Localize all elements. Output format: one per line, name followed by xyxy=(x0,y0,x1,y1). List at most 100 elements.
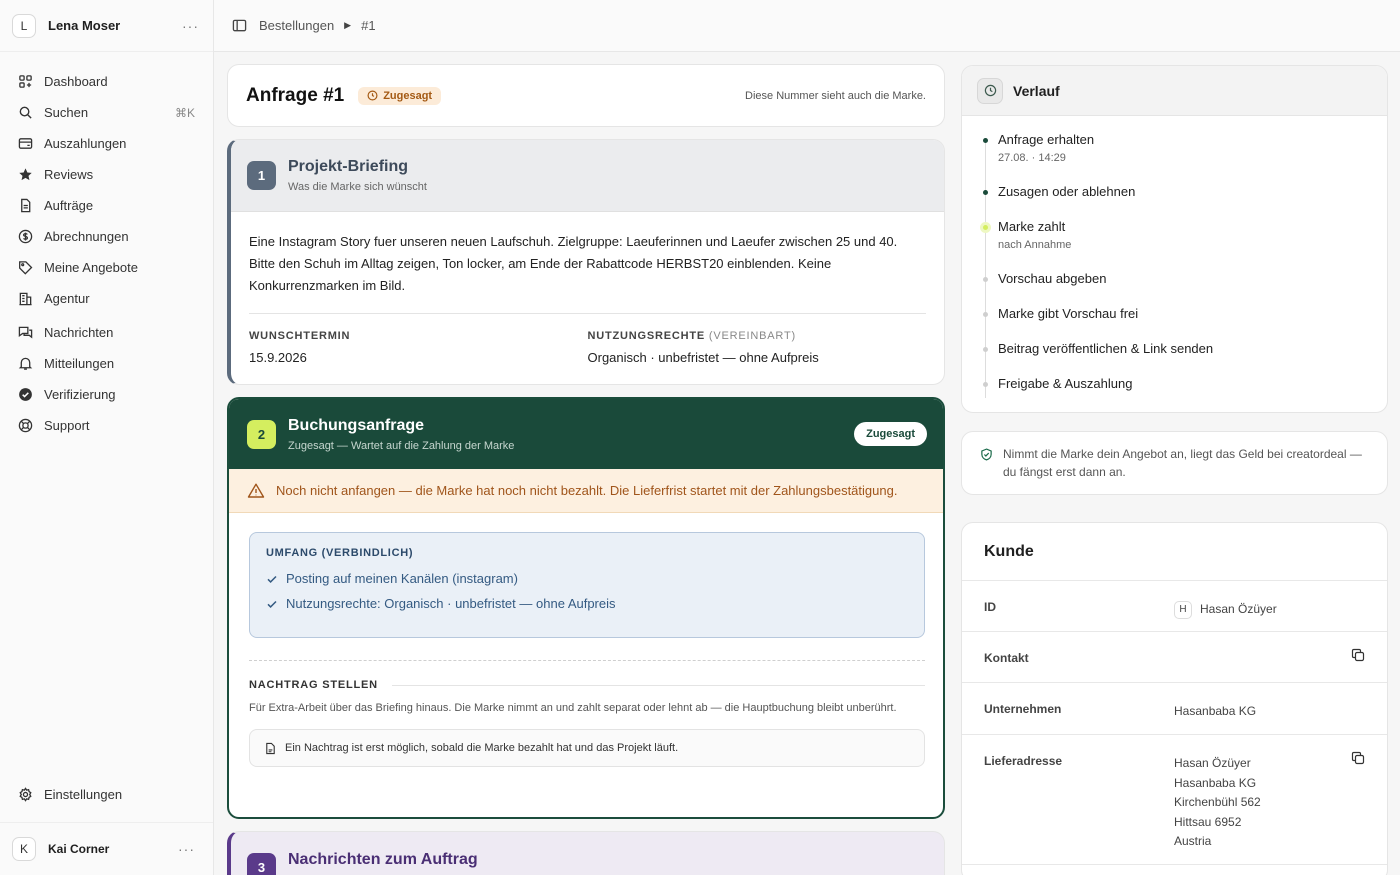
more-icon[interactable]: ··· xyxy=(178,841,195,857)
briefing-card: 1 Projekt-Briefing Was die Marke sich wü… xyxy=(227,139,945,385)
sidebar-item-offers[interactable]: Meine Angebote xyxy=(0,252,213,283)
warning-icon xyxy=(247,483,265,498)
breadcrumb-orders[interactable]: Bestellungen xyxy=(259,18,334,33)
step-label: Anfrage erhalten xyxy=(998,132,1095,147)
sidebar-item-payouts[interactable]: Auszahlungen xyxy=(0,128,213,159)
sidebar-item-label: Support xyxy=(44,418,90,433)
sidebar-toggle-icon[interactable] xyxy=(232,18,247,33)
more-icon[interactable]: ··· xyxy=(182,18,199,34)
rights-tag: (VEREINBART) xyxy=(708,330,796,342)
address-line: Hasanbaba KG xyxy=(1174,775,1257,790)
addendum-note-text: Ein Nachtrag ist erst möglich, sobald di… xyxy=(285,742,679,754)
file-icon xyxy=(266,742,275,754)
sidebar-item-label: Agentur xyxy=(44,291,90,306)
scope-item: Posting auf meinen Kanälen (instagram) xyxy=(266,571,908,586)
sidebar-item-dashboard[interactable]: Dashboard xyxy=(0,66,213,97)
avatar: K xyxy=(12,836,36,861)
booking-title: Buchungsanfrage xyxy=(288,416,425,434)
timeline-step: Zusagen oder ablehnen xyxy=(983,184,1387,219)
sidebar-settings: Einstellungen xyxy=(0,779,213,810)
address-line: Kirchenbühl 562 xyxy=(1174,795,1261,809)
payment-warning: Noch nicht anfangen — die Marke hat noch… xyxy=(229,469,943,513)
copy-icon[interactable] xyxy=(1351,751,1365,765)
scope-box: UMFANG (VERBINDLICH) Posting auf meinen … xyxy=(249,532,925,638)
timeline-step: Beitrag veröffentlichen & Link senden xyxy=(983,341,1387,376)
avatar: H xyxy=(1174,600,1192,619)
status-badge-label: Zugesagt xyxy=(383,89,433,102)
header-note: Diese Nummer sieht auch die Marke. xyxy=(745,89,926,102)
step-dot xyxy=(983,190,988,195)
step-dot xyxy=(983,312,988,317)
row-value: H Hasan Özüyer xyxy=(1174,581,1277,631)
lifebuoy-icon xyxy=(18,418,33,433)
step-dot-current xyxy=(983,225,988,230)
step-number: 1 xyxy=(247,161,276,190)
scope-title: UMFANG (VERBINDLICH) xyxy=(266,547,414,559)
sidebar-item-notifications[interactable]: Mitteilungen xyxy=(0,348,213,379)
briefing-meta: WUNSCHTERMIN 15.9.2026 NUTZUNGSRECHTE (V… xyxy=(231,314,944,365)
sidebar-item-label: Auszahlungen xyxy=(44,136,127,151)
step-sub: nach Annahme xyxy=(998,239,1072,251)
escrow-info-text: Nimmt die Marke dein Angebot an, liegt d… xyxy=(1003,447,1362,479)
sidebar-item-orders[interactable]: Aufträge xyxy=(0,190,213,221)
addendum-title: NACHTRAG STELLEN xyxy=(249,679,378,691)
briefing-text: Eine Instagram Story fuer unseren neuen … xyxy=(249,234,898,293)
step-dot xyxy=(983,347,988,352)
timeline-step: Anfrage erhalten 27.08. · 14:29 xyxy=(983,132,1387,184)
address-line: Hittsau 6952 xyxy=(1174,814,1242,829)
customer-row-company: Unternehmen Hasanbaba KG xyxy=(962,683,1387,735)
booking-status-badge: Zugesagt xyxy=(854,422,927,446)
status-badge: Zugesagt xyxy=(358,86,442,105)
user-name: Kai Corner xyxy=(48,841,110,856)
timeline-step: Vorschau abgeben xyxy=(983,271,1387,306)
sidebar-nav: Dashboard Suchen ⌘K Auszahlungen Reviews… xyxy=(0,52,213,441)
step-time: 27.08. · 14:29 xyxy=(998,152,1066,164)
sidebar-item-billing[interactable]: Abrechnungen xyxy=(0,221,213,252)
sidebar-item-reviews[interactable]: Reviews xyxy=(0,159,213,190)
booking-subtitle: Zugesagt — Wartet auf die Zahlung der Ma… xyxy=(288,439,515,452)
gear-icon xyxy=(19,787,32,802)
clock-icon xyxy=(984,84,996,97)
step-label: Marke gibt Vorschau frei xyxy=(998,306,1139,321)
briefing-title: Projekt-Briefing xyxy=(288,158,409,175)
sidebar-item-label: Nachrichten xyxy=(44,325,114,340)
sidebar-item-messages[interactable]: Nachrichten xyxy=(0,317,213,348)
dollar-icon xyxy=(18,229,33,244)
sidebar-item-settings[interactable]: Einstellungen xyxy=(0,779,213,810)
sidebar-item-search[interactable]: Suchen ⌘K xyxy=(0,97,213,128)
step-label: Beitrag veröffentlichen & Link senden xyxy=(998,341,1214,356)
check-badge-icon xyxy=(19,388,32,401)
rights-value: Organisch · unbefristet — ohne Aufpreis xyxy=(587,350,819,365)
user-switcher[interactable]: L Lena Moser ··· xyxy=(0,0,213,52)
sidebar-item-label: Aufträge xyxy=(44,198,94,213)
escrow-info: Nimmt die Marke dein Angebot an, liegt d… xyxy=(961,431,1388,495)
timeline-step: Marke gibt Vorschau frei xyxy=(983,306,1387,341)
sidebar-item-label: Dashboard xyxy=(44,74,108,89)
copy-icon[interactable] xyxy=(1351,648,1365,662)
request-header: Anfrage #1 Zugesagt Diese Nummer sieht a… xyxy=(227,64,945,127)
step-number: 3 xyxy=(247,853,276,875)
briefing-subtitle: Was die Marke sich wünscht xyxy=(288,181,427,193)
account-switcher[interactable]: K Kai Corner ··· xyxy=(0,822,213,874)
clock-icon xyxy=(367,90,378,101)
messages-card[interactable]: 3 Nachrichten zum Auftrag xyxy=(227,831,945,875)
row-label: ID xyxy=(984,600,996,614)
step-label: Freigabe & Auszahlung xyxy=(998,376,1133,391)
step-label: Zusagen oder ablehnen xyxy=(998,184,1136,199)
sidebar-item-label: Meine Angebote xyxy=(44,260,138,275)
sidebar-item-agency[interactable]: Agentur xyxy=(0,283,213,314)
tag-icon xyxy=(19,261,33,275)
scope-item-label: Nutzungsrechte: Organisch · unbefristet … xyxy=(286,596,616,611)
sidebar-item-label: Reviews xyxy=(44,167,94,182)
sidebar-item-label: Suchen xyxy=(44,105,89,120)
addendum-header: NACHTRAG STELLEN xyxy=(249,679,925,691)
document-icon xyxy=(21,198,31,213)
search-icon xyxy=(19,106,32,119)
sidebar-item-support[interactable]: Support xyxy=(0,410,213,441)
step-dot xyxy=(983,277,988,282)
history-card: Verlauf Anfrage erhalten 27.08. · 14:29 … xyxy=(961,65,1388,413)
topbar: Bestellungen ▶ #1 xyxy=(214,0,1400,52)
shortcut-hint: ⌘K xyxy=(174,105,195,120)
sidebar-item-verification[interactable]: Verifizierung xyxy=(0,379,213,410)
building-icon xyxy=(19,292,32,306)
